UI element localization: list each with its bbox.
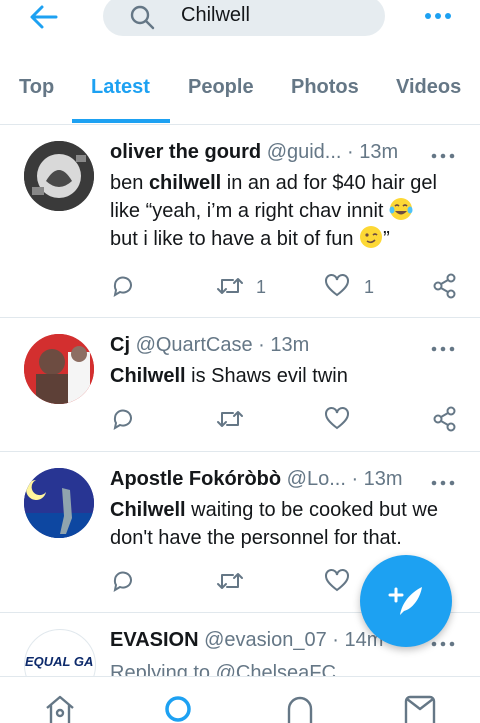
avatar[interactable] bbox=[24, 141, 94, 211]
reply-context[interactable]: Replying to @ChelseaFC bbox=[110, 659, 460, 676]
timestamp: · 13m bbox=[351, 468, 403, 490]
like-icon bbox=[325, 274, 349, 297]
tab-photos[interactable]: Photos bbox=[291, 76, 359, 99]
avatar-image bbox=[24, 334, 94, 404]
avatar[interactable] bbox=[24, 334, 94, 404]
tweet-menu-icon[interactable] bbox=[430, 344, 456, 354]
notifications-icon[interactable] bbox=[284, 693, 316, 723]
tab-top[interactable]: Top bbox=[19, 76, 54, 99]
reply-icon bbox=[113, 276, 132, 298]
avatar-image bbox=[24, 468, 94, 538]
bottom-nav bbox=[0, 676, 480, 723]
tweet-menu-icon[interactable] bbox=[430, 639, 456, 649]
like-icon bbox=[325, 407, 349, 430]
back-arrow-icon[interactable] bbox=[28, 2, 60, 32]
share-icon bbox=[433, 406, 456, 432]
handle: @evasion_07 bbox=[204, 629, 327, 651]
avatar-image bbox=[24, 141, 94, 211]
avatar[interactable] bbox=[24, 468, 94, 538]
tweet-header: oliver the gourd @guid... · 13m bbox=[110, 141, 398, 164]
top-bar: Chilwell bbox=[0, 0, 480, 60]
tweet-header: Cj @QuartCase · 13m bbox=[110, 334, 309, 357]
display-name[interactable]: Apostle Fokóròbò bbox=[110, 468, 281, 490]
reply-icon bbox=[113, 571, 132, 593]
tweet-text: ben chilwell in an ad for $40 hair gel l… bbox=[110, 172, 437, 250]
home-icon[interactable] bbox=[44, 693, 76, 723]
tweet-text: Chilwell is Shaws evil twin bbox=[110, 365, 348, 387]
search-tabs: Top Latest People Photos Videos bbox=[0, 60, 480, 125]
winking-face-emoji-icon bbox=[360, 226, 383, 248]
messages-icon[interactable] bbox=[404, 693, 436, 723]
tab-people[interactable]: People bbox=[188, 76, 254, 99]
handle: @guid... bbox=[266, 141, 342, 163]
share-icon bbox=[433, 273, 456, 299]
tweet-header: Apostle Fokóròbò @Lo... · 13m bbox=[110, 468, 403, 491]
retweet-icon bbox=[217, 573, 243, 589]
reply-icon bbox=[113, 409, 132, 431]
like-button[interactable]: 1 bbox=[324, 273, 384, 303]
more-icon[interactable] bbox=[423, 6, 453, 26]
like-count: 1 bbox=[364, 277, 375, 297]
tears-of-joy-emoji-icon bbox=[389, 198, 413, 220]
retweet-button[interactable]: 1 bbox=[216, 273, 276, 303]
compose-icon bbox=[388, 587, 422, 615]
display-name[interactable]: Cj bbox=[110, 334, 130, 356]
retweet-icon bbox=[217, 411, 243, 427]
retweet-count: 1 bbox=[256, 277, 267, 297]
retweet-button[interactable] bbox=[216, 568, 276, 598]
search-icon bbox=[130, 5, 155, 30]
tweet-header: EVASION @evasion_07 · 14m bbox=[110, 629, 383, 652]
compose-button[interactable] bbox=[360, 555, 452, 647]
tab-latest[interactable]: Latest bbox=[91, 76, 150, 99]
retweet-icon bbox=[217, 278, 243, 294]
like-icon bbox=[325, 569, 349, 592]
avatar[interactable]: EQUAL GA bbox=[24, 629, 96, 676]
search-query[interactable]: Chilwell bbox=[181, 4, 250, 27]
timestamp: · 13m bbox=[347, 141, 399, 163]
tweet[interactable]: oliver the gourd @guid... · 13m ben chil… bbox=[0, 125, 480, 318]
handle: @QuartCase bbox=[135, 334, 253, 356]
display-name[interactable]: EVASION bbox=[110, 629, 199, 651]
retweet-button[interactable] bbox=[216, 406, 276, 436]
timestamp: · 13m bbox=[258, 334, 310, 356]
tab-videos[interactable]: Videos bbox=[396, 76, 461, 99]
tweet[interactable]: Cj @QuartCase · 13m Chilwell is Shaws ev… bbox=[0, 318, 480, 452]
avatar-logo-text: EQUAL GA bbox=[25, 654, 94, 669]
active-tab-indicator bbox=[72, 119, 170, 123]
explore-icon[interactable] bbox=[162, 693, 194, 723]
tweet-menu-icon[interactable] bbox=[430, 151, 456, 161]
handle: @Lo... bbox=[286, 468, 346, 490]
like-button[interactable] bbox=[324, 406, 384, 436]
display-name[interactable]: oliver the gourd bbox=[110, 141, 261, 163]
tweet-text: Chilwell waiting to be cooked but we don… bbox=[110, 499, 438, 549]
search-input[interactable]: Chilwell bbox=[103, 0, 385, 36]
tweet-menu-icon[interactable] bbox=[430, 478, 456, 488]
